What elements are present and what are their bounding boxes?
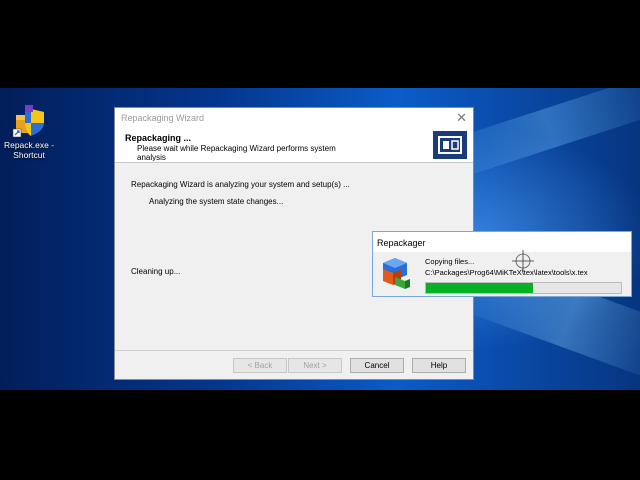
next-button[interactable]: Next >	[288, 358, 342, 373]
popup-file-path: C:\Packages\Prog64\MiKTeX\tex\latex\tool…	[425, 268, 588, 277]
package-cubes-icon	[375, 255, 411, 291]
wizard-header: Repackaging ... Please wait while Repack…	[115, 128, 473, 163]
desktop-shortcut-repack[interactable]: Repack.exe - Shortcut	[2, 103, 56, 160]
shield-box-icon	[11, 103, 47, 139]
help-button[interactable]: Help	[412, 358, 466, 373]
header-subtitle: Please wait while Repackaging Wizard per…	[137, 144, 336, 161]
cancel-button[interactable]: Cancel	[350, 358, 404, 373]
cleanup-line: Cleaning up...	[131, 267, 181, 276]
wizard-title: Repackaging Wizard	[121, 113, 205, 123]
step-line: Analyzing the system state changes...	[149, 197, 284, 206]
popup-titlebar[interactable]: Repackager	[373, 232, 631, 252]
repackager-logo-icon	[433, 131, 467, 159]
back-button[interactable]: < Back	[233, 358, 287, 373]
close-icon[interactable]: ✕	[456, 110, 467, 126]
progress-bar	[425, 282, 622, 294]
wizard-footer: < Back Next > Cancel Help	[115, 350, 473, 379]
header-title: Repackaging ...	[125, 133, 192, 143]
progress-fill	[426, 283, 534, 293]
popup-status: Copying files...	[425, 257, 475, 266]
popup-title: Repackager	[377, 238, 426, 248]
status-line: Repackaging Wizard is analyzing your sys…	[131, 180, 350, 189]
wizard-titlebar[interactable]: Repackaging Wizard ✕	[115, 108, 473, 128]
shortcut-label: Repack.exe - Shortcut	[3, 140, 55, 160]
repackager-progress-popup: Repackager Copying files... C:\Packages\…	[372, 231, 632, 297]
crosshair-icon	[512, 250, 534, 272]
